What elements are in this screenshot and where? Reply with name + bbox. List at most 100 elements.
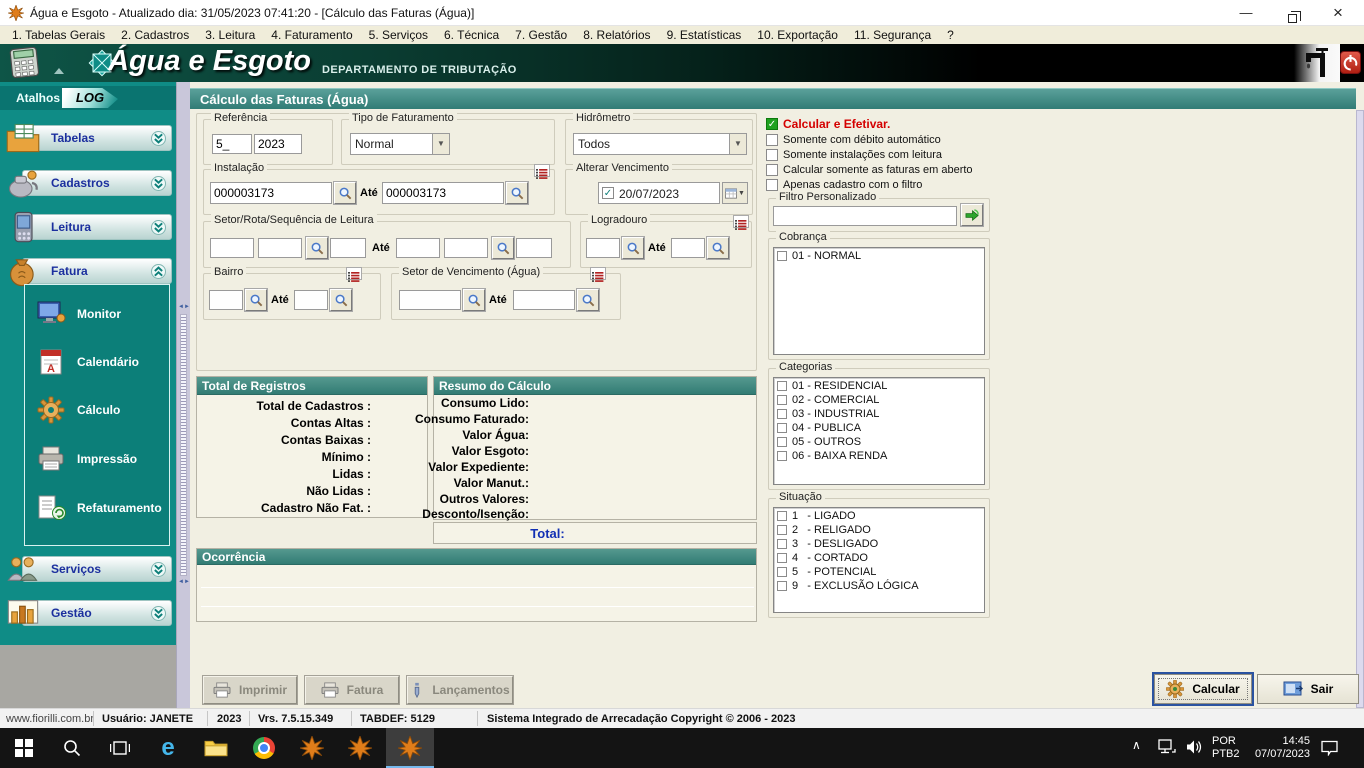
sidebar-group-tabelas[interactable]: Tabelas: [22, 125, 172, 151]
search-magnifier-button[interactable]: [330, 289, 352, 311]
sidebar-group-gestao[interactable]: Gestão: [22, 600, 172, 626]
menu-help[interactable]: ?: [939, 28, 962, 42]
fiorilli-app-icon[interactable]: [336, 728, 384, 768]
checkbox[interactable]: [766, 164, 778, 176]
vencimento-checkbox[interactable]: ✓: [602, 187, 614, 199]
bairro-from-input[interactable]: [209, 290, 243, 310]
referencia-year-input[interactable]: [254, 134, 302, 154]
categorias-listbox[interactable]: 01 - RESIDENCIAL 02 - COMERCIAL 03 - IND…: [773, 377, 985, 485]
list-item[interactable]: 01 - RESIDENCIAL: [777, 379, 984, 392]
chevron-double-down-icon[interactable]: [151, 176, 166, 191]
search-magnifier-button[interactable]: [707, 237, 729, 259]
speaker-icon[interactable]: [1186, 739, 1204, 760]
debito-automatico-option[interactable]: Somente com débito automático: [766, 134, 941, 146]
chevron-down-icon[interactable]: ▼: [432, 134, 449, 154]
tray-language-indicator[interactable]: POR PTB2: [1212, 735, 1240, 761]
cadastro-com-filtro-option[interactable]: Apenas cadastro com o filtro: [766, 179, 922, 191]
checkbox[interactable]: [777, 567, 787, 577]
setor-vencimento-to-input[interactable]: [513, 290, 575, 310]
tray-clock[interactable]: 14:45 07/07/2023: [1248, 735, 1310, 761]
bairro-to-input[interactable]: [294, 290, 328, 310]
sidebar-group-leitura[interactable]: Leitura: [22, 214, 172, 240]
search-magnifier-button[interactable]: [577, 289, 599, 311]
internet-explorer-icon[interactable]: e: [144, 728, 192, 768]
menu-estatisticas[interactable]: 9. Estatísticas: [659, 28, 750, 42]
checkbox[interactable]: [777, 381, 787, 391]
situacao-listbox[interactable]: 1 - LIGADO 2 - RELIGADO 3 - DESLIGADO 4 …: [773, 507, 985, 613]
referencia-month-input[interactable]: [212, 134, 252, 154]
fatura-button[interactable]: Fatura: [305, 676, 399, 704]
chevron-double-down-icon[interactable]: [151, 606, 166, 621]
restore-button[interactable]: [1272, 0, 1312, 26]
search-magnifier-button[interactable]: [492, 237, 514, 259]
sidebar-group-cadastros[interactable]: Cadastros: [22, 170, 172, 196]
instalacoes-com-leitura-option[interactable]: Somente instalações com leitura: [766, 149, 942, 161]
menu-gestao[interactable]: 7. Gestão: [507, 28, 575, 42]
setor-vencimento-from-input[interactable]: [399, 290, 461, 310]
checkbox[interactable]: [777, 581, 787, 591]
rota-to-input[interactable]: [444, 238, 488, 258]
sidebar-splitter[interactable]: ◄► ◄►: [176, 82, 190, 708]
notification-center-icon[interactable]: [1320, 740, 1339, 761]
list-item[interactable]: 05 - OUTROS: [777, 435, 984, 448]
tipo-faturamento-select[interactable]: Normal ▼: [350, 133, 450, 155]
chevron-double-down-icon[interactable]: [151, 562, 166, 577]
checkbox[interactable]: [777, 525, 787, 535]
search-magnifier-button[interactable]: [334, 182, 356, 204]
setor-to-input[interactable]: [396, 238, 440, 258]
chrome-icon[interactable]: [240, 728, 288, 768]
menu-leitura[interactable]: 3. Leitura: [197, 28, 263, 42]
chevron-down-icon[interactable]: ▼: [729, 134, 746, 154]
fiorilli-app-icon-active[interactable]: [386, 728, 434, 768]
sequencia-to-input[interactable]: [516, 238, 552, 258]
search-magnifier-button[interactable]: [245, 289, 267, 311]
list-item[interactable]: 9 - EXCLUSÃO LÓGICA: [777, 579, 984, 592]
menu-cadastros[interactable]: 2. Cadastros: [113, 28, 197, 42]
list-item[interactable]: 1 - LIGADO: [777, 509, 984, 522]
instalacao-from-input[interactable]: [210, 182, 332, 204]
setor-from-input[interactable]: [210, 238, 254, 258]
list-item[interactable]: 02 - COMERCIAL: [777, 393, 984, 406]
tray-chevron-up-icon[interactable]: ∧: [1132, 738, 1141, 752]
cobranca-listbox[interactable]: 01 - NORMAL: [773, 247, 985, 355]
menu-servicos[interactable]: 5. Serviços: [361, 28, 436, 42]
list-item[interactable]: 03 - INDUSTRIAL: [777, 407, 984, 420]
splitter-arrows-icon[interactable]: ◄►: [177, 304, 191, 310]
menu-seguranca[interactable]: 11. Segurança: [846, 28, 939, 42]
splitter-grip[interactable]: [180, 314, 187, 576]
list-icon[interactable]: [534, 164, 550, 177]
sidebar-item-refaturamento[interactable]: Refaturamento: [31, 493, 165, 523]
sair-button[interactable]: Sair: [1257, 674, 1359, 704]
checkbox[interactable]: [777, 251, 787, 261]
list-icon[interactable]: [733, 215, 749, 228]
calcular-button[interactable]: Calcular: [1154, 674, 1252, 704]
fiorilli-app-icon[interactable]: [288, 728, 336, 768]
checkbox[interactable]: [777, 539, 787, 549]
logradouro-to-input[interactable]: [671, 238, 705, 258]
sidebar-item-calendario[interactable]: A Calendário: [31, 347, 165, 377]
list-item[interactable]: 4 - CORTADO: [777, 551, 984, 564]
menu-relatorios[interactable]: 8. Relatórios: [575, 28, 658, 42]
sidebar-group-fatura[interactable]: Fatura: [22, 258, 172, 284]
instalacao-to-input[interactable]: [382, 182, 504, 204]
checkbox[interactable]: [777, 437, 787, 447]
checkbox[interactable]: [766, 149, 778, 161]
menu-faturamento[interactable]: 4. Faturamento: [263, 28, 360, 42]
checkbox[interactable]: [766, 134, 778, 146]
chevron-double-down-icon[interactable]: [151, 131, 166, 146]
list-icon[interactable]: [590, 267, 606, 280]
apply-filter-button[interactable]: [961, 204, 983, 226]
menu-tecnica[interactable]: 6. Técnica: [436, 28, 507, 42]
logradouro-from-input[interactable]: [586, 238, 620, 258]
minimize-button[interactable]: —: [1226, 0, 1266, 26]
imprimir-button[interactable]: Imprimir: [203, 676, 297, 704]
start-button[interactable]: [0, 728, 48, 768]
search-magnifier-button[interactable]: [306, 237, 328, 259]
list-item[interactable]: 2 - RELIGADO: [777, 523, 984, 536]
checkbox[interactable]: [777, 395, 787, 405]
checkbox[interactable]: [777, 451, 787, 461]
checkbox[interactable]: [777, 423, 787, 433]
checkbox[interactable]: [777, 553, 787, 563]
filtro-personalizado-input[interactable]: [773, 206, 957, 226]
hidrometro-select[interactable]: Todos ▼: [573, 133, 747, 155]
